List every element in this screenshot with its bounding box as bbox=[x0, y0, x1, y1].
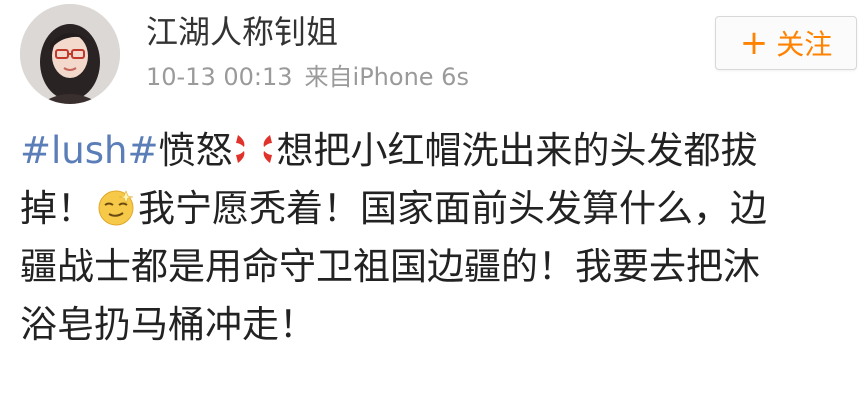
anger-emoji-icon bbox=[234, 129, 274, 169]
post-text-segment: 掉！ bbox=[20, 187, 94, 230]
plus-icon: + bbox=[739, 23, 769, 63]
post-meta: 10-13 00:13 来自iPhone 6s bbox=[146, 61, 469, 93]
post-text-line: 掉！ 我宁愿秃着！国家面前头发算什么，边 bbox=[20, 180, 840, 238]
post-text-segment: 我宁愿秃着！国家面前头发算什么，边 bbox=[138, 187, 767, 230]
avatar[interactable] bbox=[20, 4, 120, 104]
post-text-line: 疆战士都是用命守卫祖国边疆的！我要去把沐 bbox=[20, 245, 760, 288]
post-text-segment: 愤怒 bbox=[158, 129, 233, 172]
weibo-post: 江湖人称钊姐 10-13 00:13 来自iPhone 6s + 关注 #lush… bbox=[0, 0, 865, 408]
hashtag-link[interactable]: #lush# bbox=[20, 129, 158, 172]
post-text-line: #lush#愤怒 想把小红帽洗出来的头发都拔 bbox=[20, 122, 840, 180]
post-time: 10-13 00:13 bbox=[146, 63, 293, 91]
post-text-line: 浴皂扔马桶冲走！ bbox=[20, 303, 316, 346]
post-source: 来自iPhone 6s bbox=[304, 63, 469, 91]
follow-button-label: 关注 bbox=[776, 28, 833, 61]
post-text: #lush#愤怒 想把小红帽洗出来的头发都拔 掉！ 我宁愿秃着！国家面前头发算什么，… bbox=[20, 122, 840, 354]
author-name[interactable]: 江湖人称钊姐 bbox=[146, 12, 338, 52]
follow-button[interactable]: + 关注 bbox=[715, 16, 857, 70]
smug-emoji-icon bbox=[96, 187, 136, 227]
post-text-segment: 想把小红帽洗出来的头发都拔 bbox=[276, 129, 758, 172]
